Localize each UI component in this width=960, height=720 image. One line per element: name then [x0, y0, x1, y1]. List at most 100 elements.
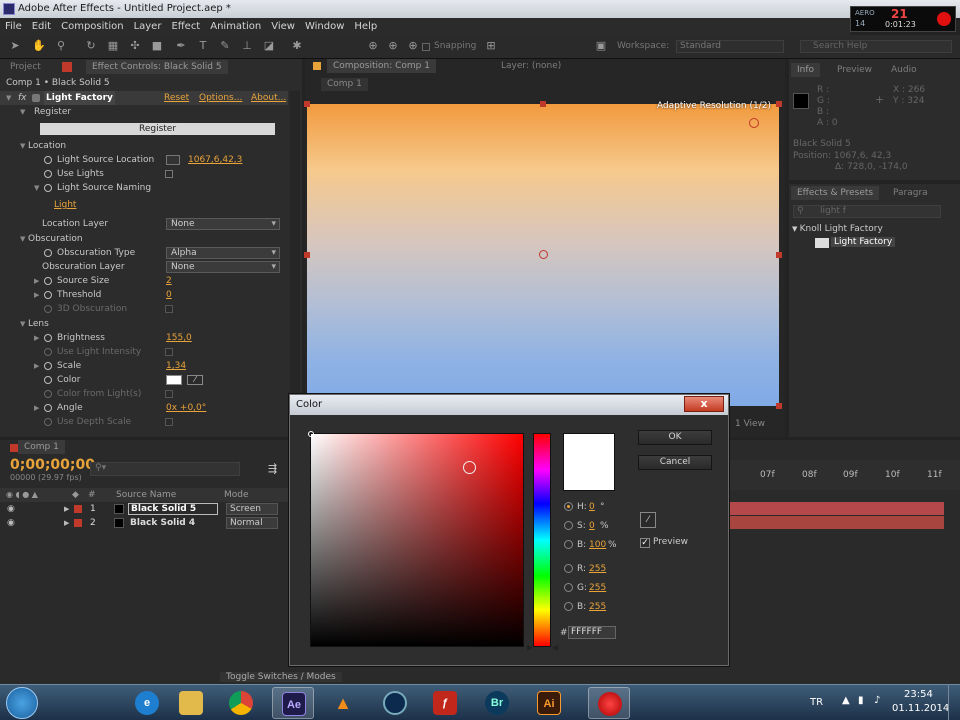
menu-animation[interactable]: Animation — [205, 18, 266, 35]
menu-effect[interactable]: Effect — [166, 18, 205, 35]
local-axis-icon[interactable]: ⊕ — [366, 39, 380, 53]
taskbar-recorder[interactable] — [588, 687, 630, 719]
puppet-tool-icon[interactable]: ✱ — [290, 39, 304, 53]
start-button[interactable] — [6, 687, 38, 719]
tab-composition[interactable]: Composition: Comp 1 — [327, 59, 436, 73]
zoom-tool-icon[interactable]: ⚲ — [54, 39, 68, 53]
search-help-input[interactable]: Search Help — [800, 40, 952, 53]
hue-slider[interactable] — [533, 433, 551, 647]
composition-viewer[interactable]: Adaptive Resolution (1/2) — [304, 101, 782, 409]
toggle-switches-modes[interactable]: Toggle Switches / Modes — [220, 672, 342, 682]
stopwatch-icon[interactable] — [44, 277, 52, 285]
stopwatch-icon[interactable] — [44, 334, 52, 342]
layer-duration-bar[interactable] — [730, 502, 944, 515]
taskbar-after-effects[interactable]: Ae — [272, 687, 314, 719]
eyedropper-icon[interactable]: ⁄ — [640, 512, 656, 528]
light-source-naming-value[interactable]: Light — [54, 198, 76, 212]
light-source-location-value[interactable]: 1067,6,42,3 — [188, 153, 242, 167]
stopwatch-icon[interactable] — [44, 249, 52, 257]
menu-view[interactable]: View — [266, 18, 300, 35]
layer-row[interactable]: ◉ ▶ 2 Black Solid 4 Normal — [0, 516, 290, 530]
g-radio[interactable] — [564, 583, 573, 592]
layer-mode-dropdown[interactable]: Screen — [226, 503, 278, 515]
taskbar-ie[interactable]: e — [126, 687, 168, 719]
tab-audio[interactable]: Audio — [885, 63, 923, 77]
current-timecode[interactable]: 0;00;00;00 — [10, 457, 95, 473]
pan-behind-tool-icon[interactable]: ✣ — [128, 39, 142, 53]
taskbar-illustrator[interactable]: Ai — [528, 687, 570, 719]
layer-handle[interactable] — [304, 252, 310, 258]
camera-tool-icon[interactable]: ▦ — [106, 39, 120, 53]
g-value[interactable]: 255 — [589, 582, 606, 594]
b-value[interactable]: 100 — [589, 539, 606, 551]
angle-value[interactable]: 0x +0,0° — [166, 401, 206, 415]
h-value[interactable]: 0 — [589, 501, 595, 513]
stopwatch-icon[interactable] — [44, 156, 52, 164]
taskbar-chrome[interactable] — [220, 687, 262, 719]
hand-tool-icon[interactable]: ✋ — [32, 39, 46, 53]
stopwatch-icon[interactable] — [44, 376, 52, 384]
effect-options-link[interactable]: Options... — [199, 91, 242, 105]
menu-layer[interactable]: Layer — [129, 18, 167, 35]
menu-file[interactable]: File — [0, 18, 27, 35]
layer-handle[interactable] — [540, 101, 546, 107]
tab-effects-presets[interactable]: Effects & Presets — [791, 186, 880, 200]
brush-tool-icon[interactable]: ✎ — [218, 39, 232, 53]
effects-search-input[interactable]: light f — [793, 205, 941, 218]
tab-info[interactable]: Info — [791, 63, 821, 77]
obscuration-type-dropdown[interactable]: Alpha — [166, 247, 280, 259]
layer-handle[interactable] — [304, 101, 310, 107]
layer-duration-bar[interactable] — [730, 516, 944, 529]
color-selector-marker[interactable] — [308, 431, 314, 437]
network-icon[interactable]: ▮ — [858, 695, 864, 706]
hex-input[interactable]: FFFFFF — [568, 626, 616, 639]
taskbar-explorer[interactable] — [170, 687, 212, 719]
threshold-value[interactable]: 0 — [166, 288, 172, 302]
layer-name[interactable]: Black Solid 4 — [130, 516, 195, 530]
h-radio[interactable] — [564, 502, 573, 511]
taskbar-bridge[interactable]: Br — [476, 687, 518, 719]
s-value[interactable]: 0 — [589, 520, 595, 532]
eyedropper-icon[interactable]: ⁄ — [187, 375, 203, 385]
timeline-switches-icon[interactable]: ⇶ — [268, 462, 277, 475]
layer-handle[interactable] — [776, 252, 782, 258]
selection-tool-icon[interactable]: ➤ — [8, 39, 22, 53]
obscuration-layer-dropdown[interactable]: None — [166, 261, 280, 273]
close-icon[interactable]: x — [684, 396, 724, 412]
source-size-value[interactable]: 2 — [166, 274, 172, 288]
b2-radio[interactable] — [564, 602, 573, 611]
chevron-right-icon[interactable]: ▶ — [64, 516, 69, 530]
fx-toggle[interactable]: fx — [18, 91, 27, 105]
knoll-category[interactable]: ▼ Knoll Light Factory — [792, 224, 883, 234]
layer-mode-dropdown[interactable]: Normal — [226, 517, 278, 529]
layer-row[interactable]: ◉ ▶ 1 Black Solid 5 Screen — [0, 502, 290, 516]
use-lights-checkbox[interactable] — [165, 170, 173, 178]
record-icon[interactable] — [937, 12, 951, 26]
world-axis-icon[interactable]: ⊕ — [386, 39, 400, 53]
tab-layer[interactable]: Layer: (none) — [495, 59, 567, 73]
r-radio[interactable] — [564, 564, 573, 573]
tab-project[interactable]: Project — [4, 60, 47, 74]
tab-timeline-comp-1[interactable]: Comp 1 — [18, 440, 65, 454]
tab-paragraph[interactable]: Paragra — [887, 186, 934, 200]
column-mode[interactable]: Mode — [224, 488, 249, 502]
s-radio[interactable] — [564, 521, 573, 530]
color-swatch[interactable] — [166, 375, 182, 385]
effect-about-link[interactable]: About... — [251, 91, 286, 105]
light-factory-preset[interactable]: Light Factory — [831, 237, 896, 247]
menu-window[interactable]: Window — [300, 18, 349, 35]
snapping-checkbox[interactable] — [422, 43, 430, 51]
show-desktop-button[interactable] — [948, 685, 960, 720]
comp-1-tab[interactable]: Comp 1 — [321, 78, 368, 91]
layer-handle[interactable] — [776, 403, 782, 409]
rectangle-tool-icon[interactable]: ■ — [150, 39, 164, 53]
rotate-tool-icon[interactable]: ↻ — [84, 39, 98, 53]
layer-name[interactable]: Black Solid 5 — [128, 503, 218, 515]
eraser-tool-icon[interactable]: ◪ — [262, 39, 276, 53]
menu-composition[interactable]: Composition — [56, 18, 128, 35]
anchor-point-icon[interactable] — [539, 250, 548, 259]
timeline-search-input[interactable]: ⚲▾ — [90, 462, 240, 476]
view-layout-dropdown[interactable]: 1 View — [735, 419, 765, 429]
hue-slider-handle-icon[interactable]: ▶ — [527, 643, 533, 652]
text-tool-icon[interactable]: T — [196, 39, 210, 53]
